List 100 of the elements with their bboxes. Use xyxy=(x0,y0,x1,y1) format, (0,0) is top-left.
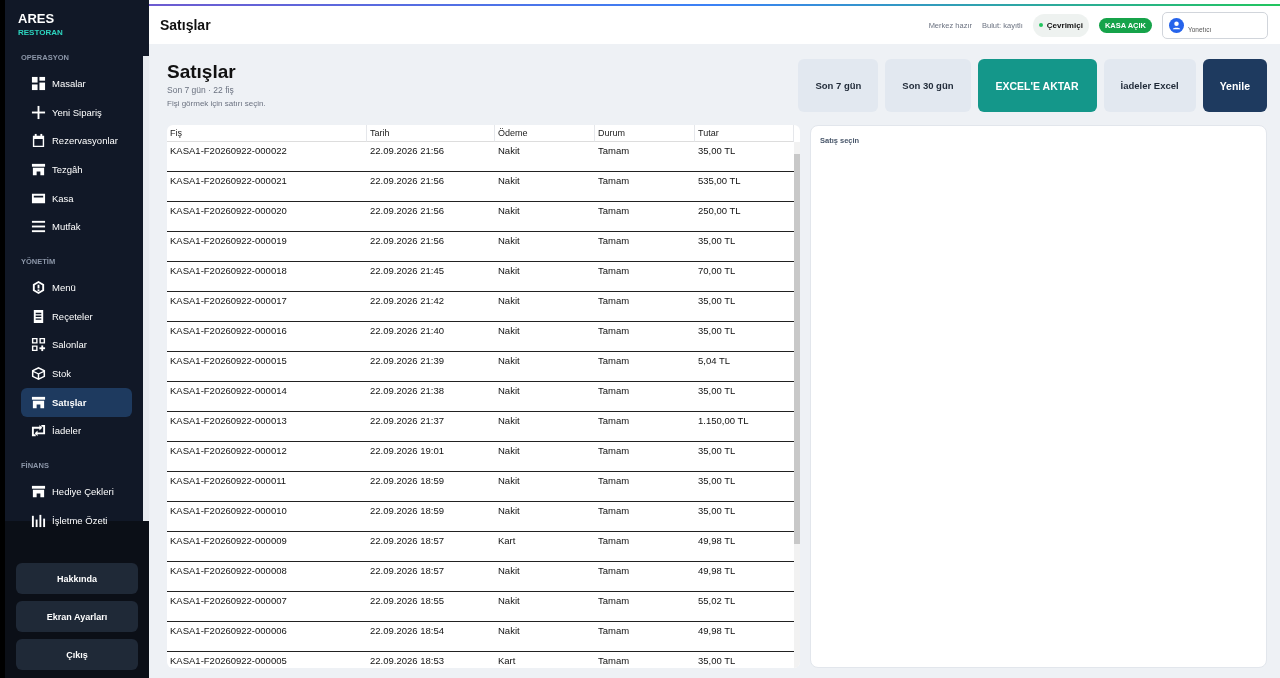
sidebar-item[interactable]: Mutfak xyxy=(21,212,132,242)
table-cell-text: Tamam xyxy=(597,594,631,608)
calendar-icon xyxy=(31,133,46,149)
sidebar-item[interactable]: İadeler xyxy=(21,416,132,446)
filter-button[interactable]: Son 7 gün xyxy=(798,59,879,112)
table-row[interactable]: KASA1-F20260922-000015 22.09.2026 21:39 Nakit Tamam 5,04 TL xyxy=(167,352,794,382)
table-cell-text: Tamam xyxy=(597,174,631,188)
table-cell-text: Tamam xyxy=(597,324,631,338)
brand-subtitle: RESTORAN xyxy=(17,27,64,37)
sidebar-item[interactable]: Kasa xyxy=(21,183,132,213)
table-cell-text: Tamam xyxy=(597,384,631,398)
table-cell-text: Tamam xyxy=(597,564,631,578)
table-cell-text: 22.09.2026 21:56 xyxy=(369,204,445,218)
table-row[interactable]: KASA1-F20260922-000007 22.09.2026 18:55 Nakit Tamam 55,02 TL xyxy=(167,592,794,622)
table-cell-text: Tamam xyxy=(597,204,631,218)
table-row[interactable]: KASA1-F20260922-000016 22.09.2026 21:40 Nakit Tamam 35,00 TL xyxy=(167,322,794,352)
table-cell-text: KASA1-F20260922-000009 xyxy=(169,534,288,548)
scrollbar-thumb[interactable] xyxy=(794,154,800,544)
store-icon xyxy=(31,484,46,500)
table-cell-text: Tamam xyxy=(597,144,631,158)
table-cell-text: 22.09.2026 21:56 xyxy=(369,234,445,248)
table-cell-text: Nakit xyxy=(497,324,521,338)
table-cell-text: 70,00 TL xyxy=(697,264,737,278)
sidebar-item[interactable]: Reçeteler xyxy=(21,301,132,331)
table-row[interactable]: KASA1-F20260922-000022 22.09.2026 21:56 Nakit Tamam 35,00 TL xyxy=(167,142,794,172)
sidebar-item[interactable]: Salonlar xyxy=(21,330,132,360)
table-cell-text: 55,02 TL xyxy=(697,594,737,608)
table-cell-text: KASA1-F20260922-000014 xyxy=(169,384,288,398)
sidebar-item[interactable]: Menü xyxy=(21,273,132,302)
export-button[interactable]: EXCEL'E AKTAR xyxy=(977,59,1097,112)
table-cell-text: Nakit xyxy=(497,564,521,578)
table-cell-text: 22.09.2026 21:39 xyxy=(369,354,445,368)
column-header[interactable]: Tutar xyxy=(695,125,794,142)
table-row[interactable]: KASA1-F20260922-000009 22.09.2026 18:57 Kart Tamam 49,98 TL xyxy=(167,532,794,562)
heading: Satışlar xyxy=(167,60,237,83)
table-cell-text: KASA1-F20260922-000017 xyxy=(169,294,288,308)
table-cell-text: KASA1-F20260922-000018 xyxy=(169,264,288,278)
table-cell-text: KASA1-F20260922-000022 xyxy=(169,144,288,158)
filter-button[interactable]: İadeler Excel xyxy=(1103,59,1196,112)
table-cell-text: 22.09.2026 21:37 xyxy=(369,414,445,428)
table-row[interactable]: KASA1-F20260922-000008 22.09.2026 18:57 Nakit Tamam 49,98 TL xyxy=(167,562,794,592)
table-cell-text: Tamam xyxy=(597,504,631,518)
hexagon-icon xyxy=(31,279,46,295)
table-cell-text: KASA1-F20260922-000007 xyxy=(169,594,288,608)
table-cell-text: Tamam xyxy=(597,534,631,548)
table-cell-text: Nakit xyxy=(497,624,521,638)
sidebar-item[interactable]: Tezgâh xyxy=(21,155,132,184)
sidebar-item[interactable]: Rezervasyonlar xyxy=(21,126,132,156)
store-icon xyxy=(31,394,46,410)
table-cell-text: KASA1-F20260922-000012 xyxy=(169,444,288,458)
table-row[interactable]: KASA1-F20260922-000019 22.09.2026 21:56 Nakit Tamam 35,00 TL xyxy=(167,232,794,262)
sidebar-item[interactable]: Satışlar xyxy=(21,387,132,417)
table-cell-text: Tamam xyxy=(597,264,631,278)
table-row[interactable]: KASA1-F20260922-000013 22.09.2026 21:37 Nakit Tamam 1.150,00 TL xyxy=(167,412,794,442)
table-cell-text: KASA1-F20260922-000008 xyxy=(169,564,288,578)
table-cell-text: 22.09.2026 18:59 xyxy=(369,504,445,518)
table-cell-text: 22.09.2026 21:45 xyxy=(369,264,445,278)
subtitle: Son 7 gün · 22 fiş xyxy=(167,85,235,95)
sidebar-button[interactable]: Hakkında xyxy=(16,563,138,594)
table-cell-text: 22.09.2026 19:01 xyxy=(369,444,445,458)
table-cell-text: Tamam xyxy=(597,414,631,428)
table-cell-text: KASA1-F20260922-000006 xyxy=(169,624,288,638)
table-cell-text: 49,98 TL xyxy=(697,624,737,638)
table-cell-text: KASA1-F20260922-000016 xyxy=(169,324,288,338)
sidebar-item[interactable]: Hediye Çekleri xyxy=(21,477,132,506)
grid-icon xyxy=(31,75,46,91)
sidebar-item[interactable]: Stok xyxy=(21,359,132,388)
table-cell-text: Kart xyxy=(497,534,517,548)
column-header[interactable]: Ödeme xyxy=(495,125,595,142)
table-cell-text: KASA1-F20260922-000013 xyxy=(169,414,288,428)
refresh-button[interactable]: Yenile xyxy=(1202,59,1267,112)
table-cell-text: 22.09.2026 21:38 xyxy=(369,384,445,398)
table-row[interactable]: KASA1-F20260922-000017 22.09.2026 21:42 Nakit Tamam 35,00 TL xyxy=(167,292,794,322)
status-dot-icon xyxy=(1038,23,1043,27)
table-cell-text: Tamam xyxy=(597,294,631,308)
table-row[interactable]: KASA1-F20260922-000010 22.09.2026 18:59 Nakit Tamam 35,00 TL xyxy=(167,502,794,532)
table-cell-text: KASA1-F20260922-000015 xyxy=(169,354,288,368)
table-row[interactable]: KASA1-F20260922-000012 22.09.2026 19:01 Nakit Tamam 35,00 TL xyxy=(167,442,794,472)
table-row[interactable]: KASA1-F20260922-000021 22.09.2026 21:56 Nakit Tamam 535,00 TL xyxy=(167,172,794,202)
filter-button[interactable]: Son 30 gün xyxy=(885,59,971,112)
table-cell-text: KASA1-F20260922-000011 xyxy=(169,474,288,488)
sidebar-item[interactable]: Masalar xyxy=(21,69,132,98)
table-row[interactable]: KASA1-F20260922-000011 22.09.2026 18:59 Nakit Tamam 35,00 TL xyxy=(167,472,794,502)
table-cell-text: Nakit xyxy=(497,174,521,188)
table-row[interactable]: KASA1-F20260922-000014 22.09.2026 21:38 Nakit Tamam 35,00 TL xyxy=(167,382,794,412)
column-header[interactable]: Durum xyxy=(595,125,695,142)
table-row[interactable]: KASA1-F20260922-000018 22.09.2026 21:45 Nakit Tamam 70,00 TL xyxy=(167,262,794,292)
table-cell-text: Kart xyxy=(497,654,517,668)
sidebar-button[interactable]: Ekran Ayarları xyxy=(16,601,138,632)
table-row[interactable]: KASA1-F20260922-000006 22.09.2026 18:54 Nakit Tamam 49,98 TL xyxy=(167,622,794,652)
column-header[interactable]: Tarih xyxy=(367,125,495,142)
table-cell-text: 22.09.2026 21:56 xyxy=(369,174,445,188)
table-cell-text: 22.09.2026 21:42 xyxy=(369,294,445,308)
arrows-icon xyxy=(31,423,46,439)
table-row[interactable]: KASA1-F20260922-000020 22.09.2026 21:56 Nakit Tamam 250,00 TL xyxy=(167,202,794,232)
user-avatar-icon xyxy=(1169,17,1184,33)
sidebar-button[interactable]: Çıkış xyxy=(16,639,138,670)
sidebar-item[interactable]: Yeni Sipariş xyxy=(21,97,132,127)
sidebar-item[interactable]: İşletme Özeti xyxy=(21,505,132,535)
column-header[interactable]: Fiş xyxy=(167,125,367,142)
